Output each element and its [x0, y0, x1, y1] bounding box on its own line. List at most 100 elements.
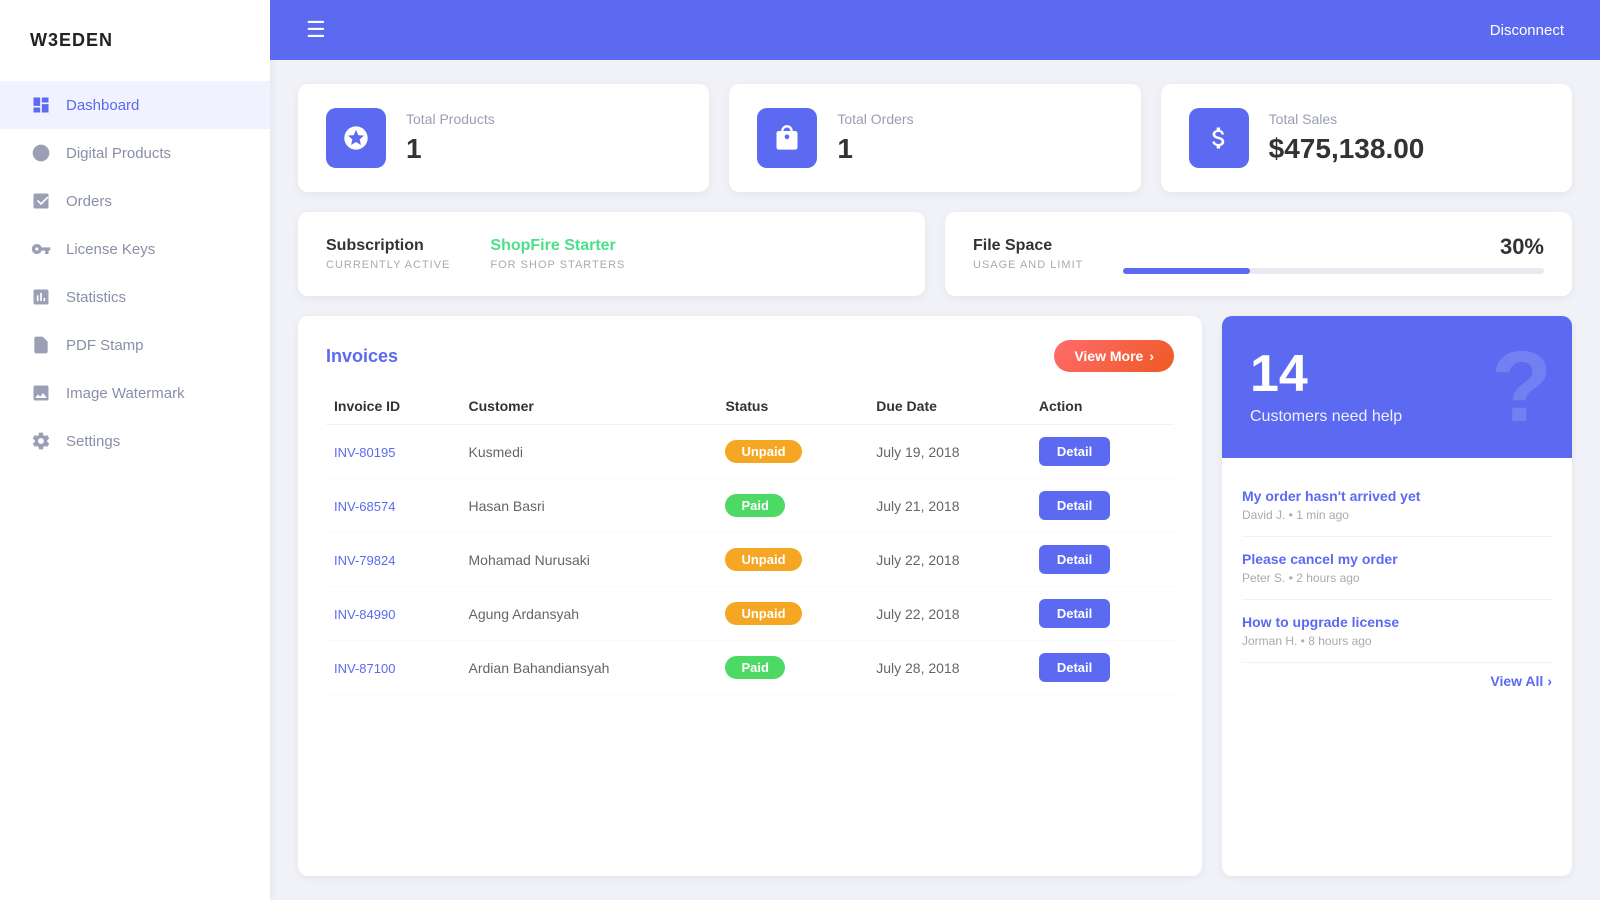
status-badge: Unpaid: [725, 548, 801, 571]
col-status: Status: [717, 388, 868, 425]
stats-row: Total Products 1 Total Orders 1 Tota: [298, 84, 1572, 192]
invoice-id: INV-79824: [334, 553, 395, 568]
total-sales-value: $475,138.00: [1269, 133, 1425, 165]
col-invoice-id: Invoice ID: [326, 388, 461, 425]
sidebar-item-license-keys[interactable]: License Keys: [0, 225, 270, 273]
sidebar-item-dashboard[interactable]: Dashboard: [0, 81, 270, 129]
sidebar-item-statistics[interactable]: Statistics: [0, 273, 270, 321]
view-more-arrow-icon: ›: [1149, 348, 1154, 364]
pdf-stamp-icon: [30, 334, 52, 356]
invoice-id: INV-80195: [334, 445, 395, 460]
sidebar-item-pdf-stamp[interactable]: PDF Stamp: [0, 321, 270, 369]
sidebar-item-statistics-label: Statistics: [66, 289, 126, 306]
invoice-due-date: July 21, 2018: [868, 479, 1031, 533]
invoice-customer: Ardian Bahandiansyah: [461, 641, 718, 695]
detail-button[interactable]: Detail: [1039, 599, 1110, 628]
sidebar-item-settings[interactable]: Settings: [0, 417, 270, 465]
detail-button[interactable]: Detail: [1039, 437, 1110, 466]
ticket-item[interactable]: Please cancel my order Peter S. • 2 hour…: [1242, 537, 1552, 600]
bottom-row: Invoices View More › Invoice ID Customer…: [298, 316, 1572, 876]
total-orders-info: Total Orders 1: [837, 111, 913, 165]
digital-products-icon: [30, 142, 52, 164]
ticket-meta: Jorman H. • 8 hours ago: [1242, 634, 1552, 648]
filespace-progress-bar: [1123, 268, 1544, 274]
invoice-customer: Hasan Basri: [461, 479, 718, 533]
hamburger-icon[interactable]: ☰: [306, 17, 326, 43]
orders-icon: [30, 190, 52, 212]
invoice-due-date: July 28, 2018: [868, 641, 1031, 695]
total-orders-value: 1: [837, 133, 913, 165]
sidebar: W3EDEN Dashboard Digital Products Orders…: [0, 0, 270, 900]
invoice-due-date: July 22, 2018: [868, 587, 1031, 641]
sidebar-item-orders-label: Orders: [66, 193, 112, 210]
ticket-meta: Peter S. • 2 hours ago: [1242, 571, 1552, 585]
status-badge: Paid: [725, 494, 784, 517]
total-sales-icon: [1189, 108, 1249, 168]
subscription-plan-sub: FOR SHOP STARTERS: [490, 259, 625, 271]
invoice-customer: Kusmedi: [461, 425, 718, 479]
ticket-subject: How to upgrade license: [1242, 614, 1552, 630]
subscription-subtitle: CURRENTLY ACTIVE: [326, 259, 450, 271]
table-row: INV-68574 Hasan Basri Paid July 21, 2018…: [326, 479, 1174, 533]
dashboard-icon: [30, 94, 52, 116]
license-keys-icon: [30, 238, 52, 260]
table-row: INV-84990 Agung Ardansyah Unpaid July 22…: [326, 587, 1174, 641]
customers-help-card: 14 Customers need help ?: [1222, 316, 1572, 458]
ticket-item[interactable]: How to upgrade license Jorman H. • 8 hou…: [1242, 600, 1552, 663]
total-orders-icon: [757, 108, 817, 168]
total-products-icon: [326, 108, 386, 168]
status-badge: Unpaid: [725, 440, 801, 463]
col-action: Action: [1031, 388, 1174, 425]
ticket-item[interactable]: My order hasn't arrived yet David J. • 1…: [1242, 474, 1552, 537]
total-products-card: Total Products 1: [298, 84, 709, 192]
total-sales-card: Total Sales $475,138.00: [1161, 84, 1572, 192]
invoices-card: Invoices View More › Invoice ID Customer…: [298, 316, 1202, 876]
invoice-due-date: July 22, 2018: [868, 533, 1031, 587]
sidebar-item-image-watermark[interactable]: Image Watermark: [0, 369, 270, 417]
total-orders-label: Total Orders: [837, 111, 913, 127]
total-products-label: Total Products: [406, 111, 495, 127]
view-all-link[interactable]: View All›: [1242, 663, 1552, 689]
disconnect-button[interactable]: Disconnect: [1490, 22, 1564, 39]
sidebar-item-orders[interactable]: Orders: [0, 177, 270, 225]
filespace-card: File Space USAGE AND LIMIT 30%: [945, 212, 1572, 296]
question-mark-icon: ?: [1491, 337, 1552, 437]
filespace-usage: 30%: [1123, 234, 1544, 274]
image-watermark-icon: [30, 382, 52, 404]
app-logo: W3EDEN: [0, 30, 270, 81]
sidebar-item-image-watermark-label: Image Watermark: [66, 385, 185, 402]
table-row: INV-80195 Kusmedi Unpaid July 19, 2018 D…: [326, 425, 1174, 479]
table-row: INV-87100 Ardian Bahandiansyah Paid July…: [326, 641, 1174, 695]
header: ☰ Disconnect: [270, 0, 1600, 60]
subscription-card: Subscription CURRENTLY ACTIVE ShopFire S…: [298, 212, 925, 296]
invoices-header: Invoices View More ›: [326, 340, 1174, 372]
total-sales-info: Total Sales $475,138.00: [1269, 111, 1425, 165]
invoice-id: INV-68574: [334, 499, 395, 514]
invoice-customer: Mohamad Nurusaki: [461, 533, 718, 587]
view-more-button[interactable]: View More ›: [1054, 340, 1174, 372]
detail-button[interactable]: Detail: [1039, 653, 1110, 682]
ticket-meta: David J. • 1 min ago: [1242, 508, 1552, 522]
detail-button[interactable]: Detail: [1039, 545, 1110, 574]
ticket-subject: Please cancel my order: [1242, 551, 1552, 567]
status-badge: Paid: [725, 656, 784, 679]
detail-button[interactable]: Detail: [1039, 491, 1110, 520]
subscription-plan-info: ShopFire Starter FOR SHOP STARTERS: [490, 237, 625, 271]
invoice-due-date: July 19, 2018: [868, 425, 1031, 479]
settings-icon: [30, 430, 52, 452]
ticket-subject: My order hasn't arrived yet: [1242, 488, 1552, 504]
sidebar-item-pdf-stamp-label: PDF Stamp: [66, 337, 144, 354]
main-content: ☰ Disconnect Total Products 1 Total Or: [270, 0, 1600, 900]
view-more-label: View More: [1074, 348, 1143, 364]
subscription-info: Subscription CURRENTLY ACTIVE: [326, 237, 450, 271]
total-products-info: Total Products 1: [406, 111, 495, 165]
content-area: Total Products 1 Total Orders 1 Tota: [270, 60, 1600, 900]
filespace-info: File Space USAGE AND LIMIT: [973, 237, 1083, 271]
total-orders-card: Total Orders 1: [729, 84, 1140, 192]
invoice-customer: Agung Ardansyah: [461, 587, 718, 641]
invoice-id: INV-84990: [334, 607, 395, 622]
status-badge: Unpaid: [725, 602, 801, 625]
sidebar-item-digital-products[interactable]: Digital Products: [0, 129, 270, 177]
invoice-id: INV-87100: [334, 661, 395, 676]
view-all-label: View All: [1490, 673, 1543, 689]
